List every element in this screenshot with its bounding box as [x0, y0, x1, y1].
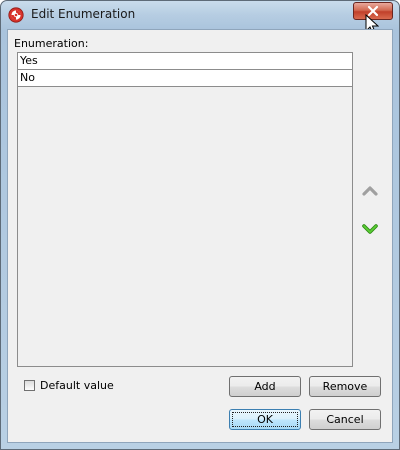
enumeration-list[interactable]: Yes No	[17, 52, 353, 367]
dialog-content: Enumeration: Yes No Default value Add Re…	[7, 29, 393, 443]
edit-enumeration-dialog: Edit Enumeration Enumeration: Yes No Def…	[0, 0, 400, 450]
dialog-title: Edit Enumeration	[31, 7, 136, 21]
cancel-button[interactable]: Cancel	[309, 409, 381, 430]
focus-rectangle	[232, 412, 298, 427]
enumeration-item-yes[interactable]: Yes	[18, 53, 352, 70]
enumeration-label: Enumeration:	[14, 37, 89, 50]
default-value-label[interactable]: Default value	[40, 379, 114, 392]
add-button[interactable]: Add	[229, 376, 301, 397]
default-value-checkbox[interactable]	[24, 380, 35, 391]
title-bar[interactable]: Edit Enumeration	[1, 1, 399, 29]
remove-button[interactable]: Remove	[309, 376, 381, 397]
enumeration-item-no[interactable]: No	[18, 70, 352, 87]
ok-button[interactable]: OK	[229, 409, 301, 430]
app-logo-icon	[8, 7, 24, 23]
move-up-icon[interactable]	[362, 184, 378, 198]
move-down-icon[interactable]	[362, 222, 378, 236]
